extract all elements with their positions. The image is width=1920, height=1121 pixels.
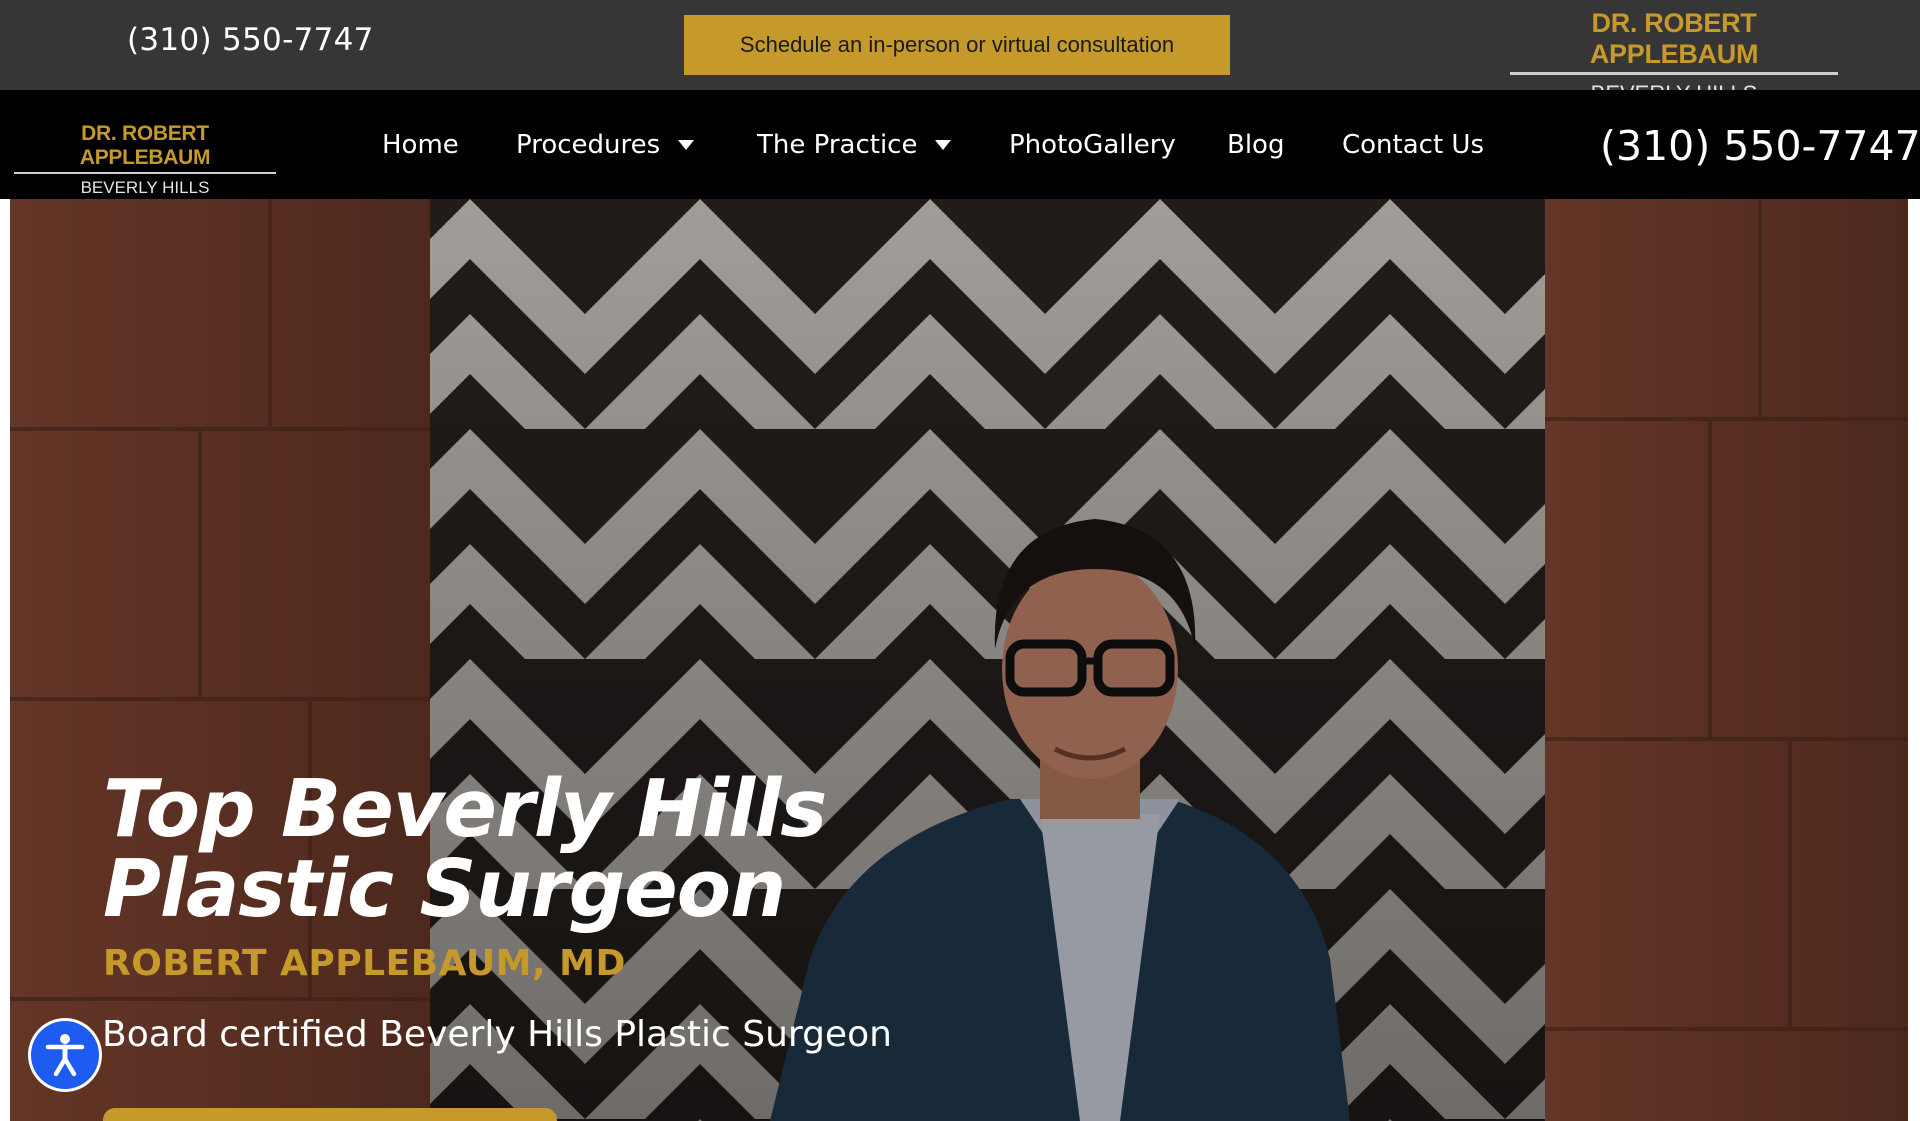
nav-item-label: Procedures xyxy=(516,130,661,160)
nav-item-label: Blog xyxy=(1227,130,1285,160)
nav-phone-link[interactable]: (310) 550-7747 xyxy=(1600,122,1920,170)
nav-item-label: PhotoGallery xyxy=(1009,130,1176,160)
accessibility-icon xyxy=(45,1034,85,1077)
hero-title-line2: Plastic Surgeon xyxy=(103,843,786,935)
caret-down-icon xyxy=(935,140,952,150)
nav-item-label: Contact Us xyxy=(1342,130,1484,160)
header-logo[interactable]: DR. ROBERT APPLEBAUM BEVERLY HILLS xyxy=(1510,8,1838,106)
nav-item-label: The Practice xyxy=(757,130,918,160)
top-phone-link[interactable]: (310) 550-7747 xyxy=(127,22,374,58)
nav-item-contact-us[interactable]: Contact Us xyxy=(1342,130,1484,160)
hero-title: Top Beverly Hills Plastic Surgeon xyxy=(103,769,1003,929)
caret-down-icon xyxy=(678,140,695,150)
accessibility-button[interactable] xyxy=(31,1021,99,1089)
nav-item-the-practice[interactable]: The Practice xyxy=(757,130,952,160)
nav-item-blog[interactable]: Blog xyxy=(1227,130,1284,160)
top-bar: (310) 550-7747 Schedule an in-person or … xyxy=(0,0,1920,106)
schedule-consultation-button[interactable]: Schedule an in-person or virtual consult… xyxy=(684,15,1230,75)
nav-item-label: Home xyxy=(382,130,459,160)
hero-section: Top Beverly Hills Plastic Surgeon ROBERT… xyxy=(10,199,1908,1121)
hero-description: Board certified Beverly Hills Plastic Su… xyxy=(102,1014,892,1055)
nav-item-procedures[interactable]: Procedures xyxy=(516,130,695,160)
nav-item-home[interactable]: Home xyxy=(382,130,459,160)
nav-logo[interactable]: DR. ROBERT APPLEBAUM BEVERLY HILLS xyxy=(14,122,276,198)
nav-logo-name: DR. ROBERT APPLEBAUM xyxy=(14,122,276,174)
hero-subtitle: ROBERT APPLEBAUM, MD xyxy=(103,943,626,984)
hero-title-line1: Top Beverly Hills xyxy=(103,763,827,855)
logo-name: DR. ROBERT APPLEBAUM xyxy=(1510,8,1838,75)
nav-logo-location: BEVERLY HILLS xyxy=(80,178,210,197)
nav-item-photogallery[interactable]: PhotoGallery xyxy=(1009,130,1176,160)
main-navigation: DR. ROBERT APPLEBAUM BEVERLY HILLS Home … xyxy=(0,90,1920,199)
hero-cta-button[interactable] xyxy=(103,1108,557,1121)
